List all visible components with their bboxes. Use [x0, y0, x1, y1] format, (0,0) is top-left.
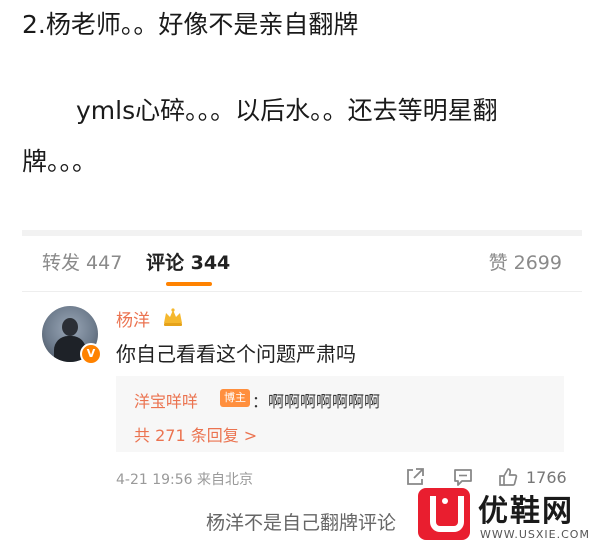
active-tab-indicator	[166, 282, 212, 286]
image-caption: 杨洋不是自己翻牌评论	[206, 512, 397, 534]
comment-text: 你自己看看这个问题严肃吗	[116, 342, 356, 366]
avatar-head	[62, 318, 78, 336]
watermark-logo-icon	[418, 488, 470, 540]
reply-preview[interactable]: 洋宝咩咩 博主 ：啊啊啊啊啊啊啊 共 271 条回复 >	[116, 376, 564, 452]
comment-meta: 4-21 19:56 来自北京	[116, 472, 254, 488]
section-divider	[22, 230, 582, 236]
tab-comment[interactable]: 评论 344	[146, 248, 230, 275]
tab-like[interactable]: 赞 2699	[489, 248, 562, 275]
crown-icon	[164, 308, 182, 326]
site-watermark: 优鞋网 WWW.USXIE.COM	[418, 484, 600, 551]
watermark-url: WWW.USXIE.COM	[480, 528, 590, 541]
reply-author[interactable]: 洋宝咩咩	[134, 388, 198, 412]
watermark-logo-dot	[442, 498, 448, 504]
view-replies-link[interactable]: 共 271 条回复 >	[134, 422, 257, 446]
post-text-line-1: 2.杨老师。。好像不是亲自翻牌	[22, 10, 359, 39]
post-text-line-3: 牌。。。	[22, 147, 98, 176]
verified-icon: V	[80, 343, 102, 365]
blogger-badge: 博主	[220, 389, 250, 407]
reply-text: ：啊啊啊啊啊啊啊	[252, 392, 381, 411]
post-text-line-2: ymls心碎。。。以后水。。还去等明星翻	[76, 96, 498, 125]
tabs-divider	[22, 291, 582, 292]
interaction-tabs: 转发 447 评论 344 赞 2699	[42, 248, 562, 288]
comment-username[interactable]: 杨洋	[116, 306, 150, 331]
tab-repost[interactable]: 转发 447	[42, 248, 122, 275]
watermark-title: 优鞋网	[478, 494, 574, 529]
